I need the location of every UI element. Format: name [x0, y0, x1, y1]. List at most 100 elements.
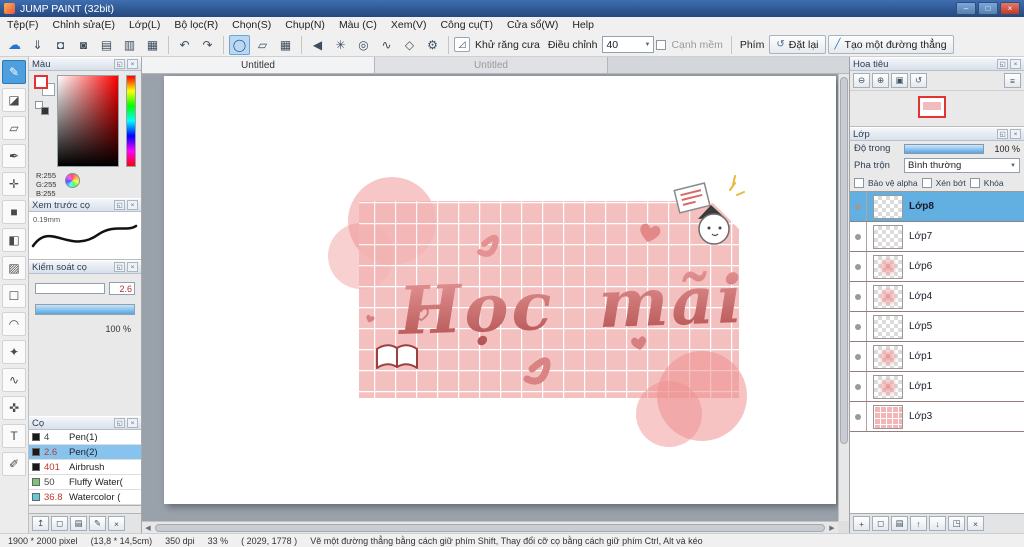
- clipping-checkbox[interactable]: [921, 178, 932, 188]
- snap-parallel-icon[interactable]: ✳: [330, 35, 351, 55]
- pen-tool[interactable]: ✒: [2, 144, 26, 168]
- menu-edit[interactable]: Chỉnh sửa(E): [46, 17, 122, 33]
- cloud-icon[interactable]: ☁: [4, 35, 25, 55]
- snap-settings-icon[interactable]: ⚙: [422, 35, 443, 55]
- menu-select[interactable]: Chọn(S): [225, 17, 278, 33]
- popout-icon[interactable]: ◱: [997, 59, 1008, 69]
- layer-row[interactable]: Lớp3: [850, 402, 1024, 432]
- brush-item[interactable]: 401 Airbrush: [29, 460, 141, 475]
- navigator-menu-icon[interactable]: ≡: [1004, 73, 1021, 88]
- close-icon[interactable]: ×: [127, 200, 138, 210]
- hue-slider[interactable]: [126, 75, 136, 167]
- blend-mode-select[interactable]: Bình thường ▼: [904, 158, 1020, 173]
- close-icon[interactable]: ×: [1010, 59, 1021, 69]
- brush-tool[interactable]: ✎: [2, 60, 26, 84]
- menu-capture[interactable]: Chụp(N): [278, 17, 332, 33]
- popout-icon[interactable]: ◱: [114, 418, 125, 428]
- save-icon[interactable]: ⇓: [27, 35, 48, 55]
- select-tool[interactable]: ☐: [2, 284, 26, 308]
- snap-curve-icon[interactable]: ∿: [376, 35, 397, 55]
- shape-tool[interactable]: ■: [2, 200, 26, 224]
- layer-visibility-toggle[interactable]: [850, 402, 867, 431]
- move-layer-down-icon[interactable]: ↓: [929, 516, 946, 531]
- menu-window[interactable]: Cửa sổ(W): [500, 17, 565, 33]
- soft-edge-checkbox[interactable]: [656, 39, 667, 50]
- delete-brush-icon[interactable]: ×: [108, 516, 125, 531]
- eraser-tool[interactable]: ◪: [2, 88, 26, 112]
- comment-icon[interactable]: ◘: [50, 35, 71, 55]
- ellipse-tool-icon[interactable]: ◯: [229, 34, 250, 55]
- edit-brush-icon[interactable]: ✎: [89, 516, 106, 531]
- close-icon[interactable]: ×: [127, 262, 138, 272]
- foreground-color-swatch[interactable]: [34, 75, 48, 89]
- material-grid-icon[interactable]: ▦: [142, 35, 163, 55]
- brush-item-selected[interactable]: 2.6 Pen(2): [29, 445, 141, 460]
- layer-visibility-toggle[interactable]: [850, 372, 867, 401]
- tab-document-1[interactable]: Untitled: [142, 57, 375, 73]
- lasso-tool[interactable]: ◠: [2, 312, 26, 336]
- popout-icon[interactable]: ◱: [114, 59, 125, 69]
- reset-color-swatch[interactable]: [41, 107, 49, 115]
- popout-icon[interactable]: ◱: [114, 200, 125, 210]
- gradient-tool[interactable]: ▨: [2, 256, 26, 280]
- layer-folder-icon[interactable]: ▤: [891, 516, 908, 531]
- add-layer-icon[interactable]: +: [853, 516, 870, 531]
- curve-tool[interactable]: ∿: [2, 368, 26, 392]
- popout-icon[interactable]: ◱: [114, 262, 125, 272]
- layer-visibility-toggle[interactable]: [850, 312, 867, 341]
- brush-folder-icon[interactable]: ▤: [70, 516, 87, 531]
- operation-tool[interactable]: ✜: [2, 396, 26, 420]
- brush-item[interactable]: 36.8 Watercolor (: [29, 490, 141, 505]
- horizontal-scrollbar[interactable]: ◀ ▶: [142, 521, 838, 533]
- brush-size-value[interactable]: 2.6: [109, 282, 135, 295]
- layer-visibility-toggle[interactable]: [850, 222, 867, 251]
- close-icon[interactable]: ×: [1010, 129, 1021, 139]
- layer-row[interactable]: Lớp4: [850, 282, 1024, 312]
- redo-icon[interactable]: ↷: [197, 35, 218, 55]
- eyedropper-tool[interactable]: ✐: [2, 452, 26, 476]
- draw-line-button[interactable]: ╱ Tạo một đường thẳng: [827, 35, 954, 54]
- popout-icon[interactable]: ◱: [997, 129, 1008, 139]
- minimize-button[interactable]: –: [956, 2, 976, 15]
- undo-icon[interactable]: ↶: [174, 35, 195, 55]
- canvas-viewport[interactable]: Học mãi: [142, 74, 838, 521]
- stamp-tool[interactable]: ▱: [2, 116, 26, 140]
- panel-layout-icon[interactable]: ▤: [96, 35, 117, 55]
- menu-tool[interactable]: Công cụ(T): [433, 17, 500, 33]
- move-tool[interactable]: ✛: [2, 172, 26, 196]
- brush-up-icon[interactable]: ↥: [32, 516, 49, 531]
- snap-vanish-icon[interactable]: ◇: [399, 35, 420, 55]
- menu-layer[interactable]: Lớp(L): [122, 17, 167, 33]
- layer-visibility-toggle[interactable]: [850, 282, 867, 311]
- brush-item[interactable]: 4 Pen(1): [29, 430, 141, 445]
- lock-checkbox[interactable]: [969, 178, 980, 188]
- panel-layout-alt-icon[interactable]: ▥: [119, 35, 140, 55]
- layer-opacity-slider[interactable]: [904, 143, 984, 154]
- layer-visibility-toggle[interactable]: [850, 192, 867, 221]
- zoom-in-icon[interactable]: ⊕: [872, 73, 889, 88]
- close-icon[interactable]: ×: [127, 59, 138, 69]
- brush-item[interactable]: 50 Fluffy Water(: [29, 475, 141, 490]
- zoom-fit-icon[interactable]: ▣: [891, 73, 908, 88]
- layer-visibility-toggle[interactable]: [850, 252, 867, 281]
- layer-row[interactable]: Lớp7: [850, 222, 1024, 252]
- maximize-button[interactable]: □: [978, 2, 998, 15]
- add-brush-icon[interactable]: ◻: [51, 516, 68, 531]
- grid-tool-icon[interactable]: ▦: [275, 35, 296, 55]
- antialias-icon[interactable]: ◿: [454, 37, 470, 52]
- reset-button[interactable]: ↺ Đặt lại: [769, 35, 826, 54]
- scroll-right-icon[interactable]: ▶: [826, 524, 838, 532]
- polygon-tool-icon[interactable]: ▱: [252, 35, 273, 55]
- merge-layer-icon[interactable]: ◳: [948, 516, 965, 531]
- horizontal-scroll-thumb[interactable]: [155, 523, 825, 532]
- adjust-input[interactable]: 40 ▼: [602, 36, 655, 53]
- text-tool[interactable]: T: [2, 424, 26, 448]
- menu-view[interactable]: Xem(V): [384, 17, 434, 33]
- vertical-scrollbar[interactable]: [838, 74, 849, 521]
- menu-filter[interactable]: Bộ lọc(R): [167, 17, 225, 33]
- canvas[interactable]: Học mãi: [164, 76, 836, 504]
- tab-document-2[interactable]: Untitled: [375, 57, 608, 73]
- layer-row-selected[interactable]: Lớp8: [850, 192, 1024, 222]
- layer-row[interactable]: Lớp6: [850, 252, 1024, 282]
- rotate-view-icon[interactable]: ↺: [910, 73, 927, 88]
